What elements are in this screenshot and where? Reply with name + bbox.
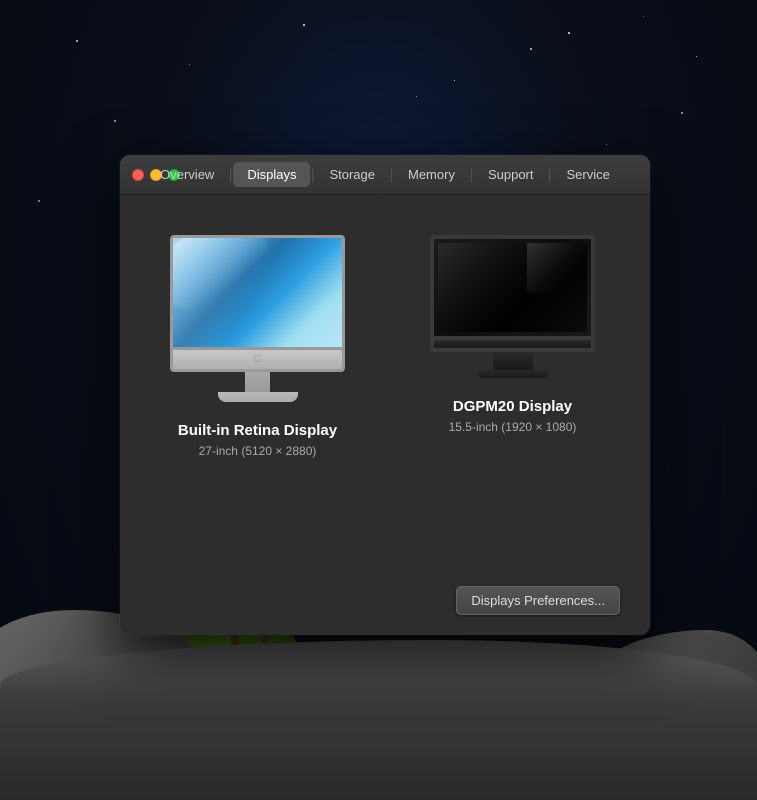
close-button[interactable] xyxy=(132,169,144,181)
displays-grid:  Built-in Retina Display 27-inch (5120 … xyxy=(150,225,620,576)
imac-illustration:  xyxy=(170,235,345,402)
monitor-chin xyxy=(430,340,595,352)
tab-sep-3 xyxy=(391,168,392,182)
tab-sep-1 xyxy=(230,168,231,182)
display-item-external: DGPM20 Display 15.5-inch (1920 × 1080) xyxy=(405,235,620,434)
imac-chin:  xyxy=(170,350,345,372)
monitor-neck xyxy=(493,352,533,370)
tab-storage[interactable]: Storage xyxy=(315,162,389,187)
bottom-bar: Displays Preferences... xyxy=(150,576,620,615)
display-item-builtin:  Built-in Retina Display 27-inch (5120 … xyxy=(150,235,365,458)
tab-sep-2 xyxy=(312,168,313,182)
display-spec-builtin: 27-inch (5120 × 2880) xyxy=(199,444,317,458)
about-this-mac-window: Overview Displays Storage Memory Support… xyxy=(120,155,650,635)
displays-preferences-button[interactable]: Displays Preferences... xyxy=(456,586,620,615)
tabs-bar: Overview Displays Storage Memory Support… xyxy=(146,162,624,187)
display-name-external: DGPM20 Display xyxy=(453,398,572,415)
imac-stand-neck xyxy=(245,372,270,392)
monitor-base xyxy=(478,370,548,378)
tab-displays[interactable]: Displays xyxy=(233,162,310,187)
display-spec-external: 15.5-inch (1920 × 1080) xyxy=(449,420,577,434)
tab-service[interactable]: Service xyxy=(553,162,624,187)
tab-sep-4 xyxy=(471,168,472,182)
window-content:  Built-in Retina Display 27-inch (5120 … xyxy=(120,195,650,635)
tab-sep-5 xyxy=(550,168,551,182)
tab-support[interactable]: Support xyxy=(474,162,548,187)
monitor-screen xyxy=(438,243,587,332)
tab-overview[interactable]: Overview xyxy=(146,162,228,187)
monitor-frame xyxy=(430,235,595,340)
monitor-illustration xyxy=(430,235,595,378)
imac-stand-base xyxy=(218,392,298,402)
display-name-builtin: Built-in Retina Display xyxy=(178,422,337,439)
title-bar: Overview Displays Storage Memory Support… xyxy=(120,155,650,195)
monitor-glare xyxy=(527,243,587,293)
tab-memory[interactable]: Memory xyxy=(394,162,469,187)
apple-logo-icon:  xyxy=(254,354,262,365)
imac-screen xyxy=(170,235,345,350)
